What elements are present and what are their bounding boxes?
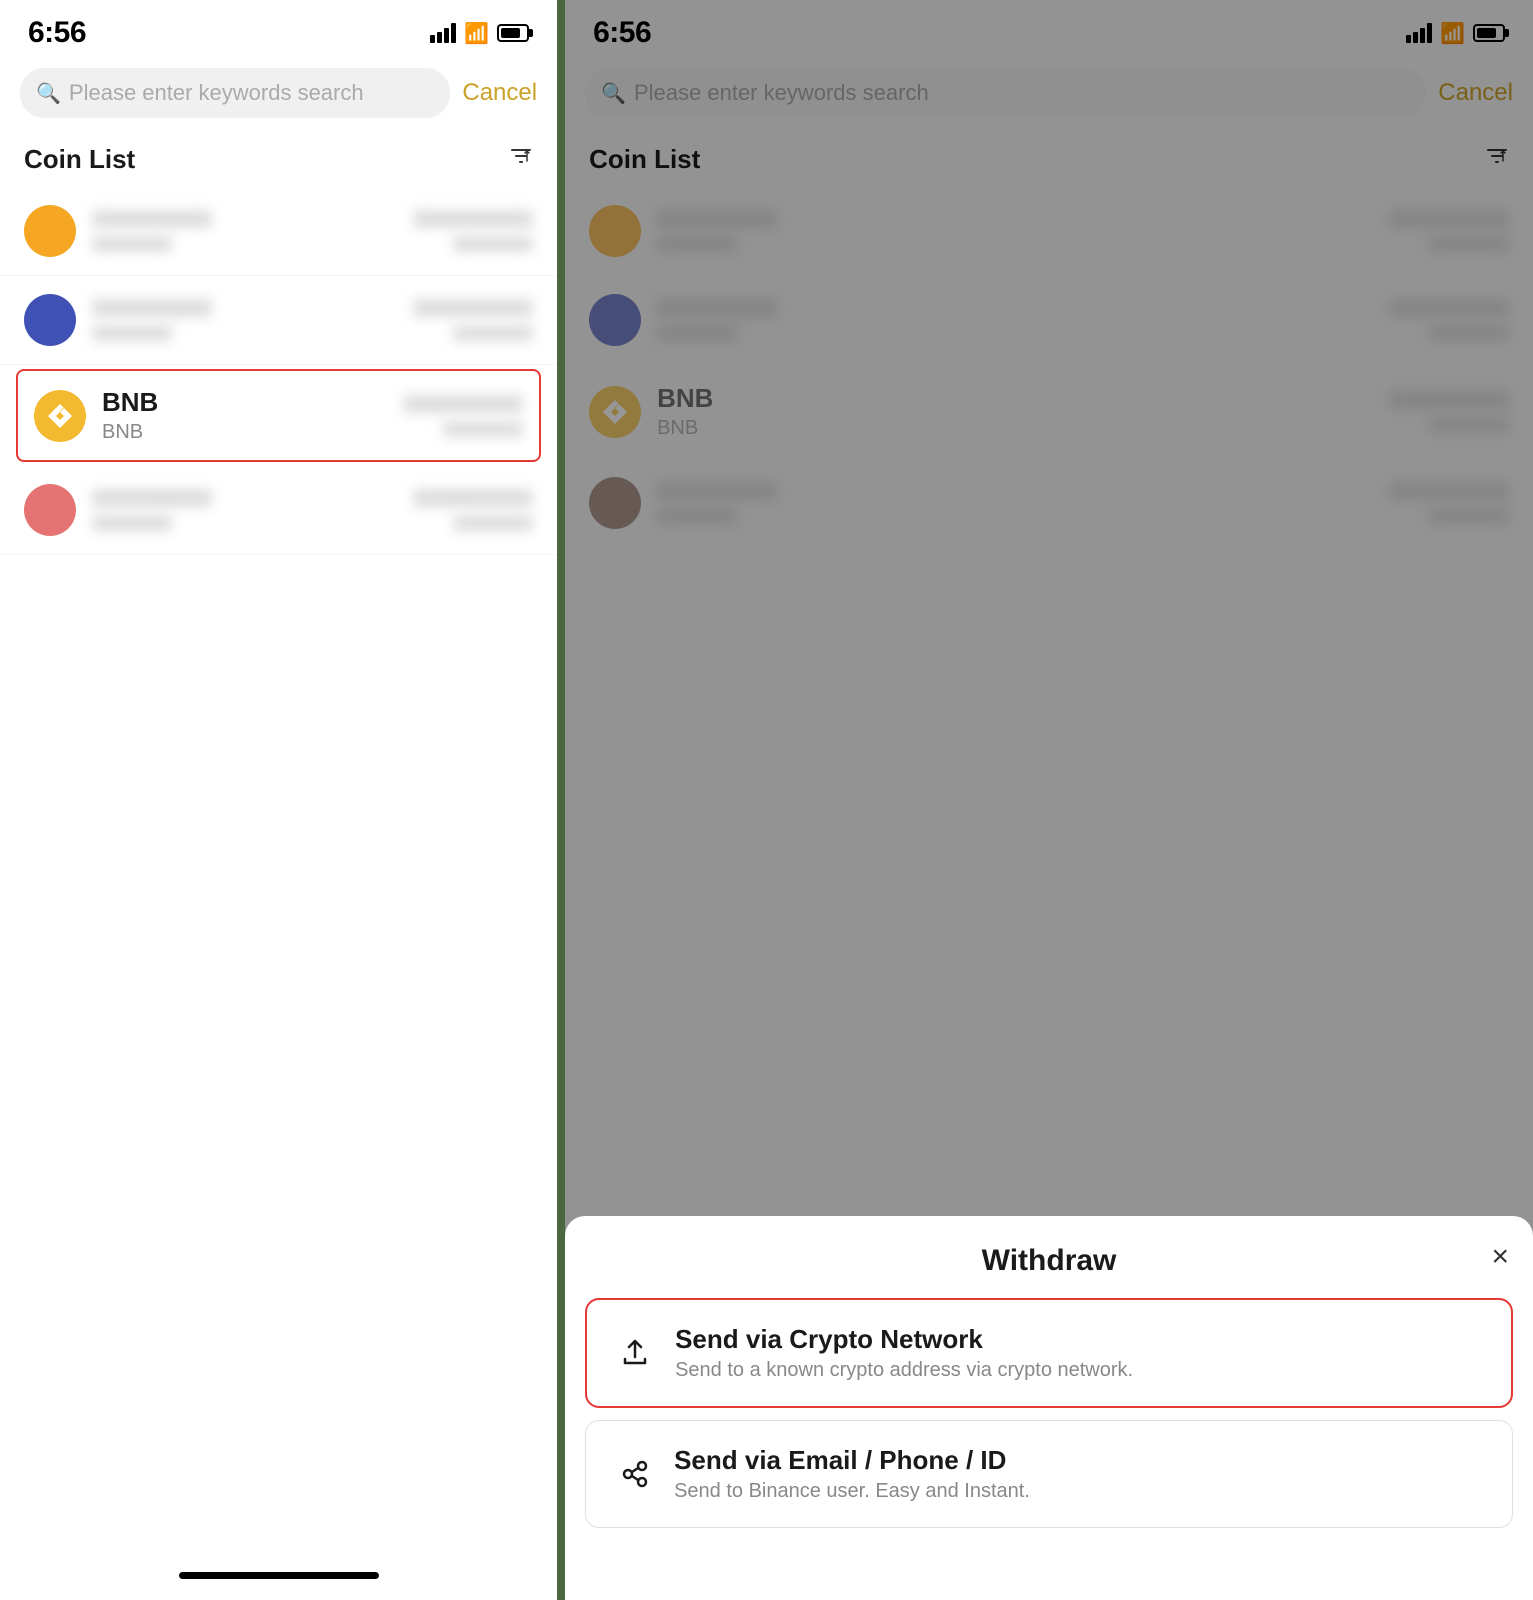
left-cancel-button[interactable]: Cancel (462, 79, 537, 107)
left-sort-icon[interactable] (509, 144, 533, 175)
left-list-header: Coin List (0, 128, 557, 187)
left-coin-change-blur-1 (453, 236, 533, 252)
left-coin-right-4 (413, 489, 533, 531)
left-bnb-value-blur (403, 395, 523, 413)
left-coin-list: BNB BNB (0, 187, 557, 1550)
email-option-title: Send via Email / Phone / ID (674, 1445, 1484, 1476)
modal-header: Withdraw × (565, 1216, 1533, 1298)
left-coin-value-blur-4 (413, 489, 533, 507)
email-option-desc: Send to Binance user. Easy and Instant. (674, 1480, 1484, 1503)
left-bnb-name: BNB (102, 387, 387, 418)
left-coin-info-4 (92, 489, 397, 531)
left-battery-icon (497, 24, 529, 42)
left-coin-item-bnb[interactable]: BNB BNB (16, 369, 541, 462)
left-coin-symbol-blur-1 (92, 236, 172, 252)
left-coin-change-blur-4 (453, 515, 533, 531)
left-phone-panel: 6:56 📶 🔍 Please enter keywords search Ca… (0, 0, 557, 1600)
left-bnb-change-blur (443, 421, 523, 437)
left-coin-value-blur-2 (413, 299, 533, 317)
left-coin-change-blur-2 (453, 325, 533, 341)
left-bnb-symbol: BNB (102, 421, 387, 444)
left-coin-name-blur-4 (92, 489, 212, 507)
left-bnb-right (403, 395, 523, 437)
left-search-placeholder: Please enter keywords search (69, 80, 434, 106)
left-bnb-info: BNB BNB (102, 387, 387, 444)
left-coin-value-blur-1 (413, 210, 533, 228)
modal-close-button[interactable]: × (1491, 1240, 1509, 1274)
left-coin-symbol-blur-2 (92, 325, 172, 341)
left-coin-info-2 (92, 299, 397, 341)
left-home-bar (179, 1572, 379, 1579)
crypto-option-desc: Send to a known crypto address via crypt… (675, 1359, 1483, 1382)
left-status-bar: 6:56 📶 (0, 0, 557, 58)
left-coin-info-1 (92, 210, 397, 252)
left-coin-right-1 (413, 210, 533, 252)
crypto-option-title: Send via Crypto Network (675, 1324, 1483, 1355)
left-search-input-wrap[interactable]: 🔍 Please enter keywords search (20, 68, 450, 118)
left-coin-right-2 (413, 299, 533, 341)
left-search-icon: 🔍 (36, 81, 61, 106)
left-coin-symbol-blur-4 (92, 515, 172, 531)
right-phone-panel: 6:56 📶 🔍 Please enter keywords search Ca… (565, 0, 1533, 1600)
crypto-network-option[interactable]: Send via Crypto Network Send to a known … (585, 1298, 1513, 1408)
panel-divider (557, 0, 565, 1600)
crypto-upload-icon (615, 1333, 655, 1373)
left-status-icons: 📶 (430, 21, 529, 46)
left-search-bar: 🔍 Please enter keywords search Cancel (0, 58, 557, 128)
left-coin-list-title: Coin List (24, 144, 135, 175)
left-coin-item-4[interactable] (0, 466, 557, 555)
left-bnb-icon (34, 390, 86, 442)
email-phone-option[interactable]: Send via Email / Phone / ID Send to Bina… (585, 1420, 1513, 1528)
left-coin-icon-4 (24, 484, 76, 536)
email-option-text: Send via Email / Phone / ID Send to Bina… (674, 1445, 1484, 1503)
modal-title: Withdraw (982, 1244, 1117, 1278)
left-coin-icon-1 (24, 205, 76, 257)
left-coin-name-blur-2 (92, 299, 212, 317)
left-coin-item-2[interactable] (0, 276, 557, 365)
left-coin-icon-2 (24, 294, 76, 346)
left-status-time: 6:56 (28, 16, 86, 50)
left-coin-item-1[interactable] (0, 187, 557, 276)
send-link-icon (614, 1454, 654, 1494)
left-home-indicator (0, 1550, 557, 1600)
left-wifi-icon: 📶 (464, 21, 489, 46)
left-signal-icon (430, 23, 456, 43)
crypto-option-text: Send via Crypto Network Send to a known … (675, 1324, 1483, 1382)
left-coin-name-blur-1 (92, 210, 212, 228)
withdraw-modal: Withdraw × Send via Crypto Network Send … (565, 1216, 1533, 1600)
